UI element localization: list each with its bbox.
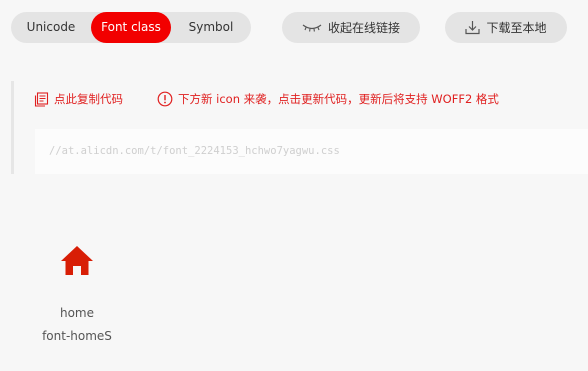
update-notice-text: 下方新 icon 来袭，点击更新代码，更新后将支持 WOFF2 格式 bbox=[178, 92, 499, 106]
eye-closed-icon bbox=[302, 23, 322, 33]
alert-circle-icon bbox=[157, 91, 173, 107]
code-panel: 点此复制代码 下方新 icon 来袭，点击更新代码，更新后将支持 WOFF2 格… bbox=[11, 81, 588, 174]
copy-code-link[interactable]: 点此复制代码 bbox=[34, 90, 123, 108]
collapse-online-link-button[interactable]: 收起在线链接 bbox=[282, 12, 420, 43]
download-local-button[interactable]: 下载至本地 bbox=[445, 12, 567, 43]
icon-class-name: font-homeS bbox=[42, 329, 112, 343]
download-icon bbox=[465, 20, 481, 35]
copy-icon bbox=[34, 91, 49, 107]
view-mode-tabs: Unicode Font class Symbol bbox=[11, 12, 251, 43]
icon-card-home[interactable]: home font-homeS bbox=[36, 236, 118, 348]
update-notice: 下方新 icon 来袭，点击更新代码，更新后将支持 WOFF2 格式 bbox=[157, 90, 499, 108]
tab-unicode[interactable]: Unicode bbox=[11, 12, 91, 43]
tab-font-class[interactable]: Font class bbox=[91, 12, 171, 43]
icon-name: home bbox=[59, 306, 95, 320]
download-local-label: 下载至本地 bbox=[486, 21, 547, 35]
collapse-online-link-label: 收起在线链接 bbox=[327, 21, 400, 35]
tab-symbol[interactable]: Symbol bbox=[171, 12, 251, 43]
font-css-url[interactable]: //at.alicdn.com/t/font_2224153_hchwo7yag… bbox=[35, 129, 588, 174]
home-icon bbox=[60, 244, 94, 278]
copy-code-label: 点此复制代码 bbox=[54, 92, 123, 106]
